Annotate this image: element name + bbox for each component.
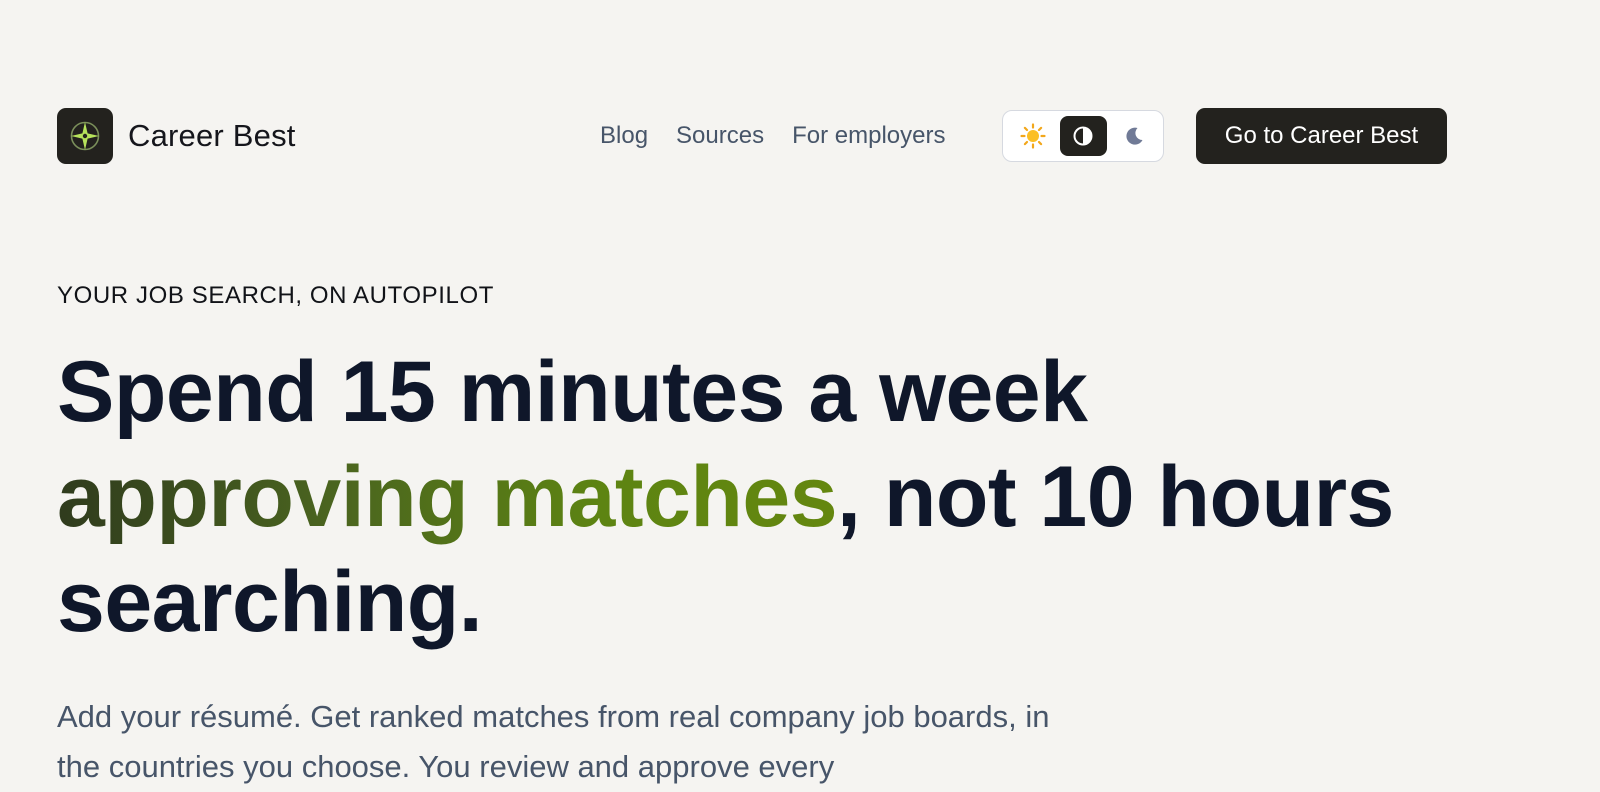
theme-dark-option[interactable] [1110,116,1157,156]
hero-lede: Add your résumé. Get ranked matches from… [57,699,1050,784]
nav-link-sources[interactable]: Sources [676,122,764,150]
go-to-career-best-button[interactable]: Go to Career Best [1196,108,1447,164]
hero-headline: Spend 15 minutes a week approving matche… [57,340,1517,655]
headline-line-2-rest: , not 10 hours [837,449,1394,545]
contrast-icon [1073,126,1093,146]
theme-system-option[interactable] [1059,116,1107,156]
nav-link-for-employers[interactable]: For employers [792,122,945,150]
hero-eyebrow: YOUR JOB SEARCH, ON AUTOPILOT [57,282,495,309]
brand-home-link[interactable]: Career Best [57,108,296,164]
headline-accent: approving matches [57,449,838,545]
headline-line-3: searching. [57,554,483,650]
moon-icon [1125,127,1142,145]
sun-icon [1019,123,1046,149]
theme-toggle [1002,110,1164,162]
theme-light-option[interactable] [1009,116,1056,156]
headline-line-2: approving matches, not 10 hours [57,445,1517,550]
main-nav: Blog Sources For employers [600,108,945,164]
compass-star-icon [57,108,113,164]
nav-link-blog[interactable]: Blog [600,122,648,150]
brand-name: Career Best [128,118,296,153]
site-header: Career Best Blog Sources For employers G… [57,108,1447,164]
headline-line-1: Spend 15 minutes a week [57,344,1088,440]
